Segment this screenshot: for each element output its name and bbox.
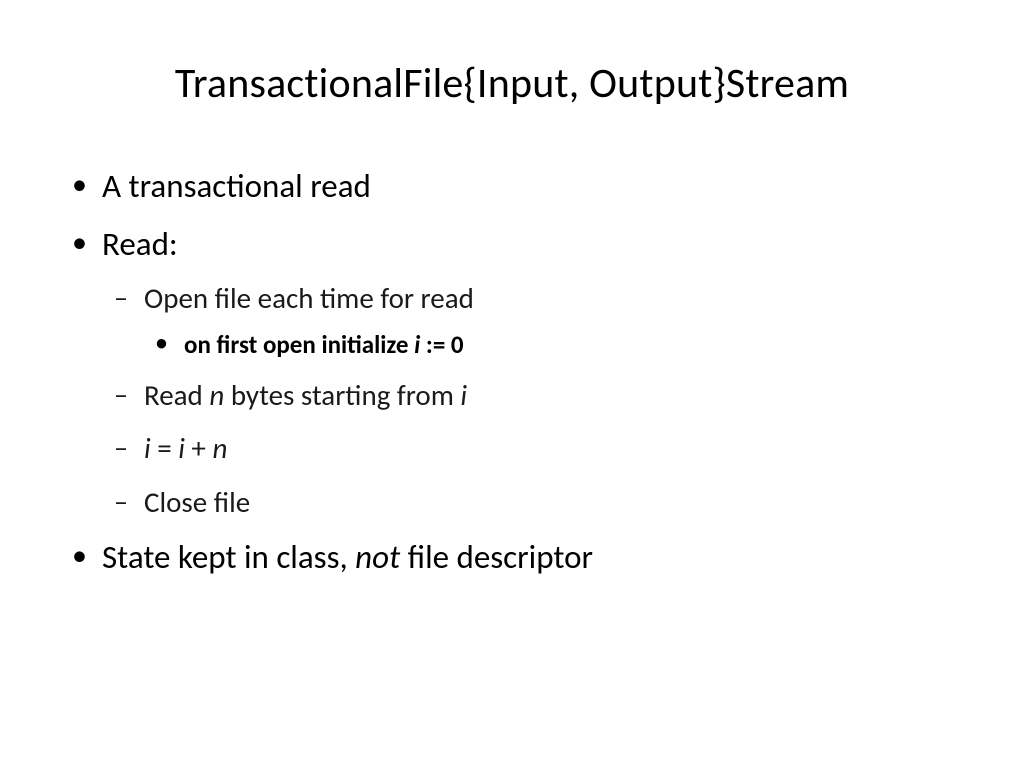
bullet-list: A transactional read Read: Open file eac… xyxy=(70,163,954,582)
italic-word: not xyxy=(355,537,400,577)
italic-var: i xyxy=(144,430,151,466)
italic-var: n xyxy=(209,377,224,413)
bullet-item: State kept in class, not file descriptor xyxy=(102,534,954,582)
bullet-text: Read: xyxy=(102,224,178,264)
italic-var: i xyxy=(460,377,467,413)
sub-bullet-item: Read n bytes starting from i xyxy=(144,374,954,418)
sub-bullet-text: Open file each time for read xyxy=(144,280,474,316)
bullet-item: Read: Open file each time for read on fi… xyxy=(102,221,954,524)
sub-bullet-item: Close file xyxy=(144,481,954,525)
sub-sub-bullet-list: on first open initialize i := 0 xyxy=(144,326,954,364)
slide: TransactionalFile{Input, Output}Stream A… xyxy=(0,0,1024,768)
text-run: = xyxy=(151,430,179,466)
sub-sub-bullet-item: on first open initialize i := 0 xyxy=(184,326,954,364)
text-run: on first open initialize xyxy=(184,329,414,360)
sub-bullet-text: Close file xyxy=(144,484,250,520)
italic-var: i xyxy=(178,430,185,466)
slide-title: TransactionalFile{Input, Output}Stream xyxy=(70,58,954,109)
text-run: + xyxy=(185,430,213,466)
sub-bullet-item: i = i + n xyxy=(144,427,954,471)
bullet-text: A transactional read xyxy=(102,166,371,206)
bullet-item: A transactional read xyxy=(102,163,954,211)
text-run: := 0 xyxy=(420,329,463,360)
text-run: file descriptor xyxy=(400,537,593,577)
text-run: Read xyxy=(144,377,209,413)
italic-var: n xyxy=(212,430,227,466)
text-run: State kept in class, xyxy=(102,537,355,577)
sub-bullet-list: Open file each time for read on first op… xyxy=(102,277,954,525)
text-run: bytes starting from xyxy=(224,377,460,413)
sub-bullet-item: Open file each time for read on first op… xyxy=(144,277,954,364)
